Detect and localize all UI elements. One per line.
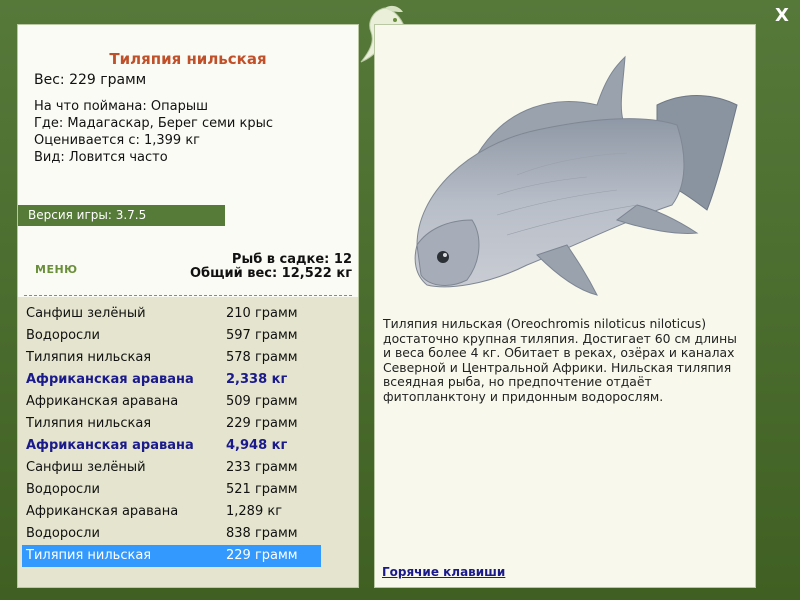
list-item[interactable]: Водоросли 597 грамм <box>22 325 321 347</box>
game-version: Версия игры: 3.7.5 <box>18 205 225 226</box>
fish-count: Рыб в садке: 12 <box>231 252 352 267</box>
fish-description: Тиляпия нильская (Oreochromis niloticus … <box>383 316 737 404</box>
fish-bait: На что поймана: Опарыш <box>34 99 208 114</box>
left-panel: Тиляпия нильская Вес: 229 грамм На что п… <box>17 24 359 588</box>
fish-image <box>387 45 747 315</box>
catch-list: Санфиш зелёный 210 грамм Водоросли 597 гра… <box>18 297 358 587</box>
divider <box>24 295 352 296</box>
fish-title: Тиляпия нильская <box>109 50 267 68</box>
list-item[interactable]: Тиляпия нильская 578 грамм <box>22 347 321 369</box>
list-item[interactable]: Санфиш зелёный 233 грамм <box>22 457 321 479</box>
hotkeys-link[interactable]: Горячие клавиши <box>382 565 505 579</box>
list-item-selected[interactable]: Тиляпия нильская 229 грамм <box>22 545 321 567</box>
fish-weight: Вес: 229 грамм <box>34 72 147 88</box>
fish-details: На что поймана: Опарыш Где: Мадагаскар, … <box>34 98 273 166</box>
list-item[interactable]: Африканская аравана 1,289 кг <box>22 501 321 523</box>
menu-button[interactable]: МЕНЮ <box>35 263 78 276</box>
list-item[interactable]: Африканская аравана 509 грамм <box>22 391 321 413</box>
right-panel: Тиляпия нильская (Oreochromis niloticus … <box>374 24 756 588</box>
total-weight: Общий вес: 12,522 кг <box>189 266 352 281</box>
fish-value: Оценивается с: 1,399 кг <box>34 133 201 148</box>
keepnet-stats: Рыб в садке: 12 Общий вес: 12,522 кг <box>190 253 352 281</box>
list-item[interactable]: Санфиш зелёный 210 грамм <box>22 303 321 325</box>
list-item[interactable]: Африканская аравана 2,338 кг <box>22 369 321 391</box>
list-item[interactable]: Тиляпия нильская 229 грамм <box>22 413 321 435</box>
list-item[interactable]: Африканская аравана 4,948 кг <box>22 435 321 457</box>
list-item[interactable]: Водоросли 521 грамм <box>22 479 321 501</box>
fish-kind: Вид: Ловится часто <box>34 150 168 165</box>
close-button[interactable]: X <box>770 4 794 28</box>
list-item[interactable]: Водоросли 838 грамм <box>22 523 321 545</box>
fish-place: Где: Мадагаскар, Берег семи крыс <box>34 116 274 131</box>
fish-info: Тиляпия нильская Вес: 229 грамм На что п… <box>18 25 358 203</box>
